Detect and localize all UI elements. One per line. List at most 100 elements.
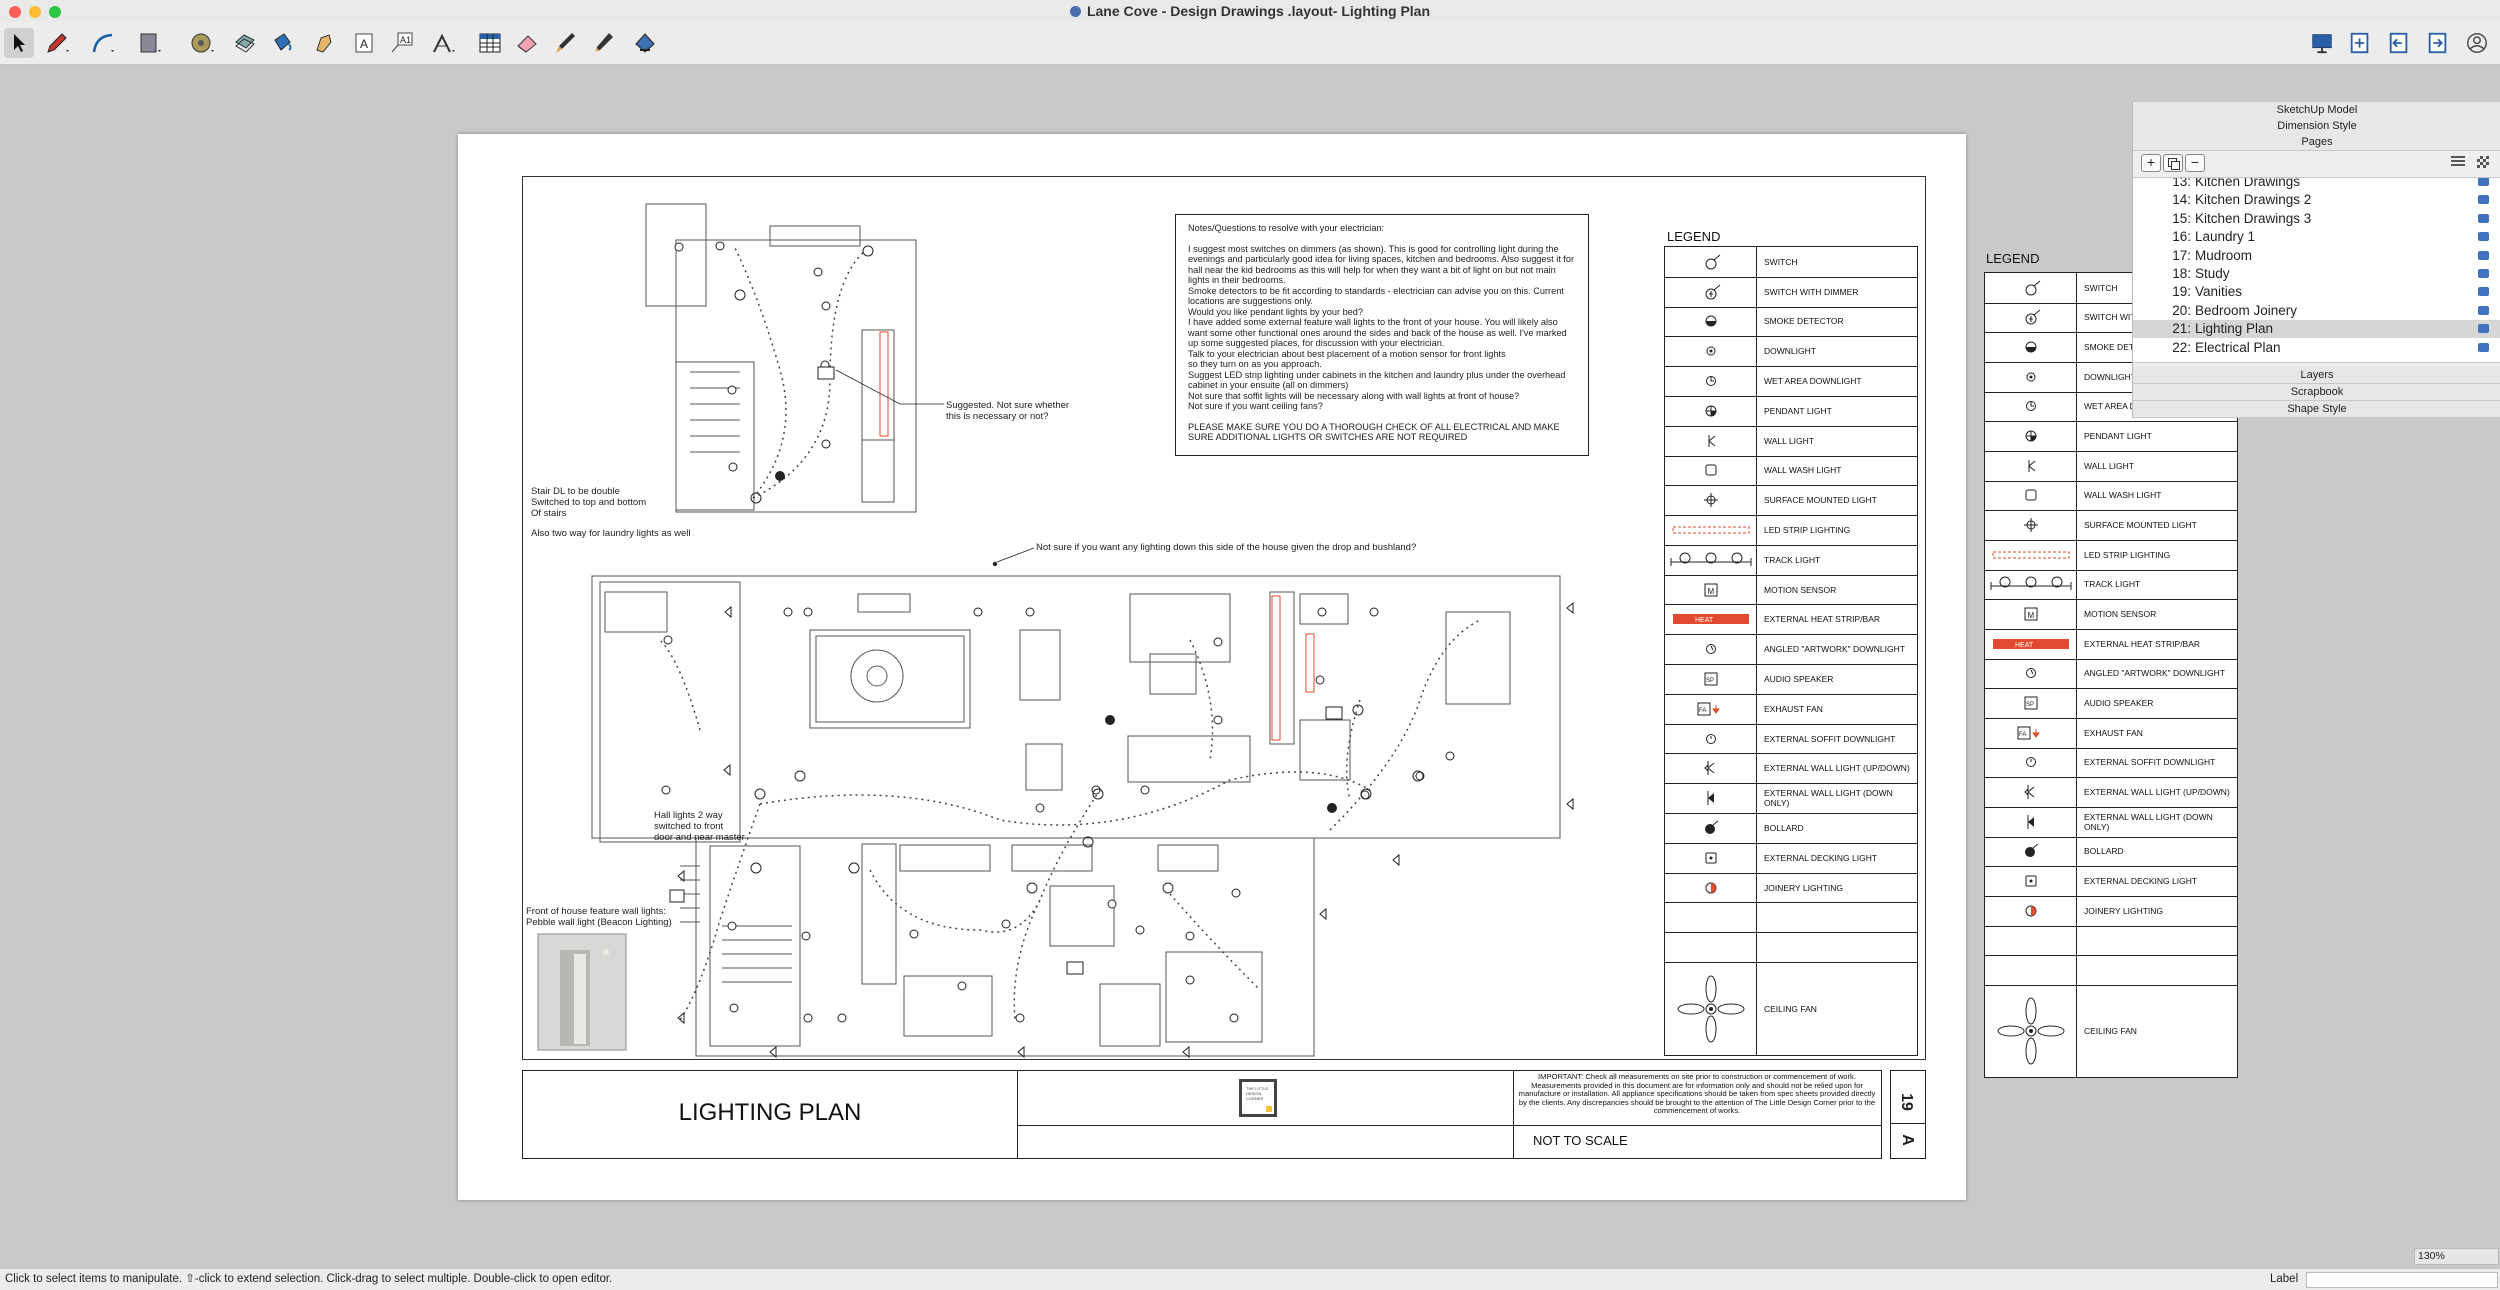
title-divider	[1017, 1071, 1018, 1158]
notes-line: Would you like pendant lights by your be…	[1188, 306, 1364, 317]
annotation-front[interactable]: Front of house feature wall lights: Pebb…	[526, 906, 672, 928]
page-item[interactable]: 18: Study	[2133, 265, 2500, 283]
legend-table[interactable]: SWITCH SWITCH WITH DIMMER SMOKE DETECTOR DO…	[1664, 246, 1918, 1056]
notes-line: Suggest LED strip lighting under cabinet…	[1188, 369, 1566, 391]
legend-label: AUDIO SPEAKER	[1764, 673, 1834, 684]
motion-sensor-icon: M	[1985, 599, 2077, 629]
list-view-icon[interactable]	[2451, 156, 2465, 168]
logo-text: THE LITTLE DESIGN CORNER	[1246, 1086, 1269, 1101]
wall-light-icon	[1985, 451, 2077, 481]
legend-row: ANGLED "ARTWORK" DOWNLIGHT	[1985, 658, 2237, 690]
panel-sketchup-model[interactable]: SketchUp Model	[2133, 102, 2500, 119]
measurement-box[interactable]	[2306, 1272, 2498, 1288]
legend-row: SP AUDIO SPEAKER	[1985, 688, 2237, 719]
soffit-downlight-icon	[1665, 723, 1757, 754]
scene-link-icon	[2478, 305, 2489, 315]
page-item[interactable]: 16: Laundry 1	[2133, 228, 2500, 246]
page-name: Vanities	[2195, 284, 2243, 300]
annotation-suggested[interactable]: Suggested. Not sure whether this is nece…	[946, 400, 1069, 422]
pages-toolbar: + −	[2133, 152, 2500, 174]
page-item[interactable]: 22: Electrical Plan	[2133, 339, 2500, 357]
duplicate-page-button[interactable]	[2163, 154, 2183, 172]
panel-shape-style[interactable]: Shape Style	[2133, 401, 2500, 418]
page-item[interactable]: 21: Lighting Plan	[2133, 320, 2500, 339]
angled-downlight-icon	[1985, 658, 2077, 689]
legend-row: HEAT EXTERNAL HEAT STRIP/BAR	[1665, 604, 1917, 636]
page-name: Kitchen Drawings 2	[2195, 192, 2312, 208]
page-item[interactable]: 17: Mudroom	[2133, 247, 2500, 265]
track-light-icon	[1985, 569, 2077, 600]
annotation-laundry[interactable]: Also two way for laundry lights as well	[531, 528, 690, 539]
title-divider-mid	[1017, 1125, 1881, 1126]
page-number: 16:	[2172, 229, 2191, 245]
page-name: Laundry 1	[2195, 229, 2256, 245]
decking-light-icon	[1665, 842, 1757, 873]
notes-line: Not sure if you want ceiling fans?	[1188, 401, 1323, 411]
legend-title: LEGEND	[1667, 229, 1721, 244]
dimmer-switch-icon	[1985, 302, 2077, 333]
notes-warning: PLEASE MAKE SURE YOU DO A THOROUGH CHECK…	[1188, 421, 1560, 443]
svg-text:FA: FA	[2019, 732, 2026, 738]
legend-row: PENDANT LIGHT	[1985, 421, 2237, 452]
page-name: Study	[2195, 266, 2230, 281]
floating-legend-title: LEGEND	[1986, 251, 2040, 266]
sheet-number: 19	[1897, 1093, 1915, 1111]
legend-row	[1665, 902, 1917, 934]
legend-row: WET AREA DOWNLIGHT	[1665, 366, 1917, 397]
notes-line: so they turn on as you approach.	[1188, 359, 1322, 369]
legend-label: PENDANT LIGHT	[2084, 431, 2152, 442]
pages-list[interactable]: 13: Kitchen Drawings 14: Kitchen Drawings 2…	[2133, 177, 2500, 363]
legend-row: FA EXHAUST FAN	[1985, 718, 2237, 749]
wet-area-downlight-icon	[1985, 391, 2077, 422]
page-name: Electrical Plan	[2195, 339, 2281, 355]
legend-label: PENDANT LIGHT	[1764, 405, 1832, 416]
exhaust-fan-icon: FA	[1665, 693, 1757, 724]
legend-label: EXTERNAL DECKING LIGHT	[1764, 852, 1878, 863]
scene-link-icon	[2478, 287, 2489, 297]
panel-layers[interactable]: Layers	[2133, 367, 2500, 384]
duplicate-icon-back	[2171, 161, 2180, 170]
legend-label: EXTERNAL HEAT STRIP/BAR	[1764, 614, 1881, 625]
page-item[interactable]: 14: Kitchen Drawings 2	[2133, 191, 2500, 209]
notes-line: Smoke detectors to be fit according to s…	[1188, 285, 1564, 307]
led-strip-icon	[1665, 515, 1757, 545]
page-item[interactable]: 15: Kitchen Drawings 3	[2133, 210, 2500, 228]
legend-row: PENDANT LIGHT	[1665, 395, 1917, 427]
page-item[interactable]: 20: Bedroom Joinery	[2133, 302, 2500, 320]
panel-scrapbook[interactable]: Scrapbook	[2133, 384, 2500, 401]
legend-row: HEAT EXTERNAL HEAT STRIP/BAR	[1985, 629, 2237, 660]
legend-row	[1665, 932, 1917, 963]
dimmer-switch-icon	[1665, 276, 1757, 307]
legend-row: FA EXHAUST FAN	[1665, 693, 1917, 725]
electrician-notes[interactable]: Notes/Questions to resolve with your ele…	[1175, 214, 1589, 456]
legend-row: SWITCH WITH DIMMER	[1665, 276, 1917, 308]
panel-pages[interactable]: Pages	[2133, 134, 2500, 151]
sheet-number-divider	[1891, 1123, 1925, 1124]
legend-label: SURFACE MOUNTED LIGHT	[1764, 495, 1877, 506]
legend-row: M MOTION SENSOR	[1665, 574, 1917, 606]
legend-label: CEILING FAN	[2084, 1026, 2137, 1036]
important-note: IMPORTANT: Check all measurements on sit…	[1518, 1072, 1876, 1116]
page-number: 19:	[2172, 284, 2191, 300]
scene-link-icon	[2478, 269, 2489, 278]
add-page-button[interactable]: +	[2141, 154, 2161, 172]
ceiling-fan-icon	[1985, 985, 2077, 1077]
annotation-not-sure[interactable]: Not sure if you want any lighting down t…	[1036, 542, 1416, 553]
legend-label: EXHAUST FAN	[1764, 703, 1823, 714]
grid-view-icon[interactable]	[2477, 156, 2489, 168]
legend-label: CEILING FAN	[1764, 1003, 1817, 1014]
delete-page-button[interactable]: −	[2185, 154, 2205, 172]
legend-row: SURFACE MOUNTED LIGHT	[1985, 510, 2237, 541]
legend-label: EXTERNAL SOFFIT DOWNLIGHT	[1764, 733, 1896, 744]
downlight-icon	[1985, 362, 2077, 392]
panel-dimension-style[interactable]: Dimension Style	[2133, 118, 2500, 135]
zoom-level[interactable]: 130%	[2414, 1248, 2499, 1265]
joinery-lighting-icon	[1665, 872, 1757, 903]
annotation-stair[interactable]: Stair DL to be double Switched to top an…	[531, 486, 646, 519]
legend-label: SWITCH	[2084, 282, 2118, 293]
page-item[interactable]: 19: Vanities	[2133, 283, 2500, 301]
legend-row: EXTERNAL DECKING LIGHT	[1665, 842, 1917, 874]
notes-heading: Notes/Questions to resolve with your ele…	[1188, 223, 1385, 233]
page-item[interactable]: 13: Kitchen Drawings	[2133, 178, 2500, 191]
annotation-hall[interactable]: Hall lights 2 way switched to front door…	[654, 810, 745, 843]
